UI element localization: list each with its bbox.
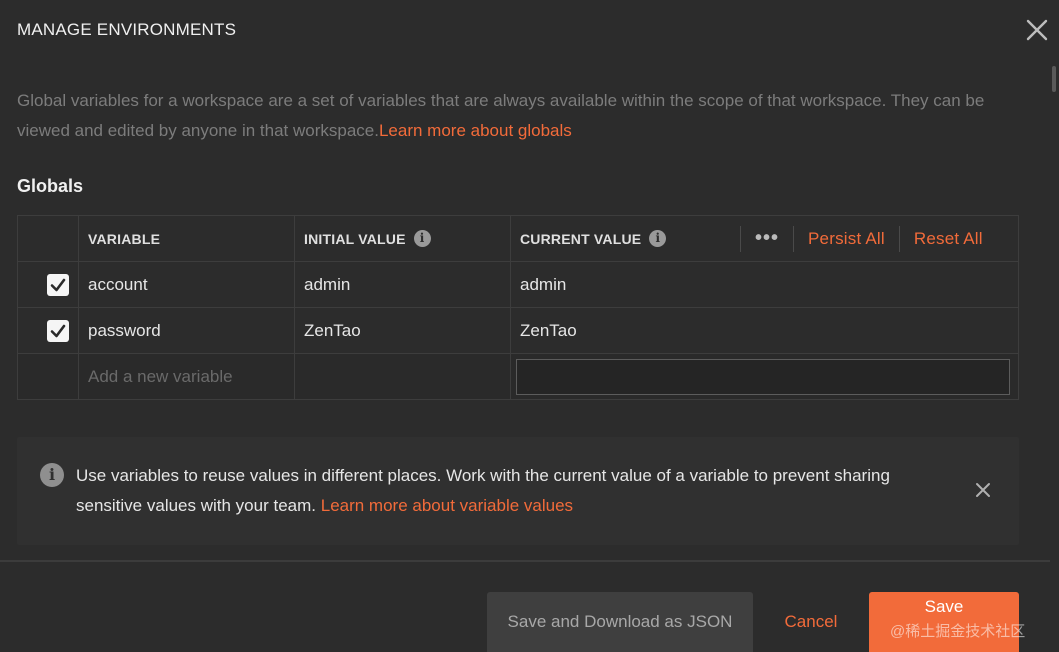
- save-label: Save: [924, 597, 964, 616]
- info-icon[interactable]: i: [649, 230, 667, 247]
- initial-value-label: INITIAL VALUE: [304, 230, 406, 247]
- row-checkbox[interactable]: [47, 319, 69, 342]
- column-header-current-value: CURRENT VALUE i ••• Persist All Reset Al…: [510, 215, 1019, 262]
- new-variable-input[interactable]: Add a new variable: [79, 367, 294, 387]
- current-value-label: CURRENT VALUE: [520, 230, 642, 247]
- variables-table: VARIABLE INITIAL VALUE i CURRENT VALUE i…: [17, 215, 1019, 400]
- banner-text: Use variables to reuse values in differe…: [76, 461, 956, 521]
- close-icon[interactable]: [1024, 17, 1050, 43]
- variable-name-cell[interactable]: password: [79, 321, 294, 341]
- initial-value-cell[interactable]: ZenTao: [295, 321, 510, 341]
- column-header-initial-value: INITIAL VALUE i: [294, 215, 511, 262]
- learn-more-globals-link[interactable]: Learn more about globals: [379, 121, 572, 140]
- close-icon[interactable]: [974, 481, 992, 499]
- current-value-cell[interactable]: ZenTao: [511, 321, 1018, 341]
- table-header-row: VARIABLE INITIAL VALUE i CURRENT VALUE i…: [17, 215, 1019, 262]
- scrollbar-thumb[interactable]: [1052, 66, 1056, 92]
- table-row: password ZenTao ZenTao: [17, 307, 1019, 354]
- header-separator: [793, 225, 795, 252]
- persist-all-button[interactable]: Persist All: [808, 229, 885, 249]
- dialog-title: MANAGE ENVIRONMENTS: [17, 20, 237, 39]
- variable-name-cell[interactable]: account: [79, 275, 294, 295]
- table-row: account admin admin: [17, 261, 1019, 308]
- new-current-value-input[interactable]: [516, 358, 1010, 395]
- new-variable-row: Add a new variable: [17, 353, 1019, 400]
- current-value-cell[interactable]: admin: [511, 275, 1018, 295]
- row-checkbox[interactable]: [47, 273, 69, 296]
- info-icon[interactable]: i: [413, 230, 431, 247]
- new-initial-value-cell[interactable]: [294, 353, 511, 400]
- section-title: Globals: [17, 176, 84, 196]
- footer-divider: [0, 560, 1050, 562]
- header-separator: [740, 225, 741, 252]
- learn-more-variable-values-link[interactable]: Learn more about variable values: [321, 496, 573, 515]
- more-options-icon[interactable]: •••: [755, 227, 779, 250]
- save-download-json-button[interactable]: Save and Download as JSON: [487, 592, 753, 652]
- globals-description: Global variables for a workspace are a s…: [17, 86, 1017, 146]
- watermark: @稀土掘金技术社区: [890, 623, 1026, 640]
- cancel-button[interactable]: Cancel: [765, 592, 857, 652]
- initial-value-cell[interactable]: admin: [295, 275, 510, 295]
- info-icon: i: [40, 463, 64, 487]
- reset-all-button[interactable]: Reset All: [914, 229, 983, 249]
- info-banner: i Use variables to reuse values in diffe…: [17, 437, 1019, 545]
- dialog-header: MANAGE ENVIRONMENTS: [0, 0, 1059, 60]
- header-separator: [898, 225, 900, 252]
- checkbox-header: [17, 215, 79, 262]
- column-header-variable: VARIABLE: [78, 215, 295, 262]
